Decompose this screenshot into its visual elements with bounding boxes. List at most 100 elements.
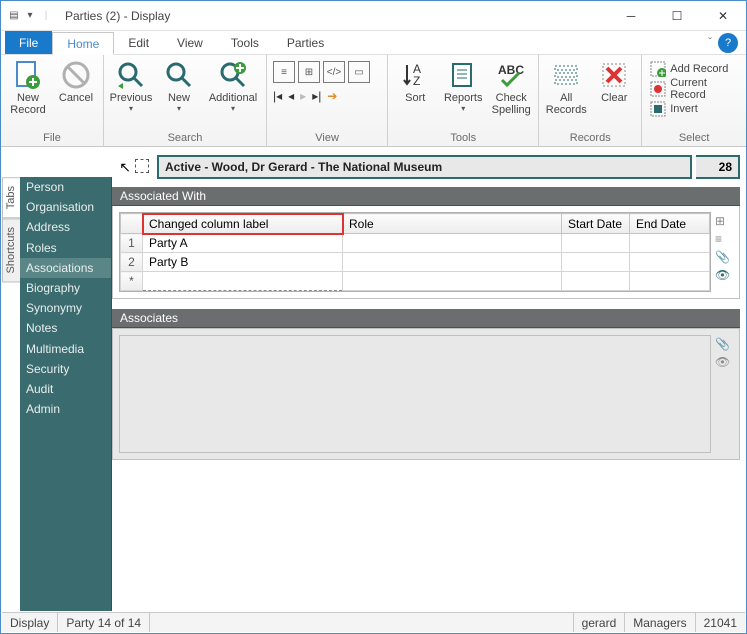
all-records-icon <box>550 59 582 91</box>
nav-goto-icon[interactable]: ➔ <box>327 89 337 103</box>
nav-first-icon[interactable]: |◂ <box>273 89 282 103</box>
svg-text:ABC: ABC <box>498 63 524 77</box>
nav-play-icon[interactable]: ▸ <box>300 89 306 103</box>
sidebar-item-associations[interactable]: Associations <box>20 258 111 278</box>
status-spacer <box>150 613 573 632</box>
attach-icon[interactable]: 📎 <box>715 250 733 264</box>
sidebar-item-roles[interactable]: Roles <box>20 238 111 258</box>
magnifier-add-icon <box>217 59 249 91</box>
current-record-button[interactable]: Current Record <box>648 79 740 99</box>
view-icon[interactable]: 👁 <box>715 268 733 282</box>
group-view-label: View <box>273 131 381 146</box>
sort-icon: AZ <box>399 59 431 91</box>
invert-button[interactable]: Invert <box>648 99 700 119</box>
view-page-icon[interactable]: ▭ <box>348 61 370 83</box>
window-title: Parties (2) - Display <box>59 9 608 23</box>
sidebar-item-address[interactable]: Address <box>20 217 111 237</box>
status-user: gerard <box>574 613 626 632</box>
group-records-label: Records <box>545 131 635 146</box>
minimize-button[interactable]: ─ <box>608 1 654 31</box>
status-position: Party 14 of 14 <box>58 613 150 632</box>
maximize-button[interactable]: ☐ <box>654 1 700 31</box>
associates-textarea[interactable] <box>119 335 711 453</box>
help-button[interactable]: ? <box>718 33 738 53</box>
sidebar-item-person[interactable]: Person <box>20 177 111 197</box>
table-row[interactable]: 1 Party A <box>121 234 710 253</box>
sidebar-item-notes[interactable]: Notes <box>20 318 111 338</box>
col-rownum[interactable] <box>121 214 143 234</box>
nav-prev-icon[interactable]: ◂ <box>288 89 294 103</box>
sidebar-item-security[interactable]: Security <box>20 359 111 379</box>
new-record-icon <box>12 59 44 91</box>
sidebar-item-organisation[interactable]: Organisation <box>20 197 111 217</box>
sort-button[interactable]: AZ Sort <box>394 57 436 104</box>
sidebar-item-multimedia[interactable]: Multimedia <box>20 339 111 359</box>
group-file-label: File <box>7 131 97 146</box>
attach-icon[interactable]: 📎 <box>715 337 733 351</box>
pointer-tool-icon[interactable]: ↖ <box>119 159 131 176</box>
group-tools-label: Tools <box>394 131 532 146</box>
qat-dropdown-icon[interactable]: ▾ <box>23 9 37 23</box>
table-row-new[interactable]: * <box>121 272 710 291</box>
add-record-icon <box>650 61 666 77</box>
record-title: Active - Wood, Dr Gerard - The National … <box>157 155 692 179</box>
tab-parties[interactable]: Parties <box>273 31 338 54</box>
col-end-date[interactable]: End Date <box>630 214 710 234</box>
grid-chevron-icon[interactable]: ≡ <box>715 232 733 246</box>
invert-icon <box>650 101 666 117</box>
view-code-icon[interactable]: </> <box>323 61 345 83</box>
panel-associates-header: Associates <box>112 309 740 328</box>
view-icon[interactable]: 👁 <box>715 355 733 369</box>
new-search-button[interactable]: New ▾ <box>158 57 200 114</box>
new-record-button[interactable]: New Record <box>7 57 49 116</box>
reports-button[interactable]: Reports ▾ <box>442 57 484 114</box>
magnifier-new-icon <box>163 59 195 91</box>
grid-lookup-icon[interactable]: ⊞ <box>715 214 733 228</box>
status-group: Managers <box>625 613 695 632</box>
sidebar-item-admin[interactable]: Admin <box>20 399 111 419</box>
status-count: 21041 <box>696 613 745 632</box>
sidebar: Person Organisation Address Roles Associ… <box>20 177 112 611</box>
group-search-label: Search <box>110 131 260 146</box>
status-mode: Display <box>2 613 58 632</box>
sidebar-item-synonymy[interactable]: Synonymy <box>20 298 111 318</box>
panel-associated-with-header: Associated With <box>112 187 740 206</box>
additional-search-button[interactable]: Additional ▾ <box>206 57 260 114</box>
cancel-icon <box>60 59 92 91</box>
col-changed-label[interactable]: Changed column label <box>143 214 343 234</box>
record-number-badge: 28 <box>696 155 740 179</box>
sidebar-item-biography[interactable]: Biography <box>20 278 111 298</box>
current-record-icon <box>650 81 666 97</box>
sidebar-item-audit[interactable]: Audit <box>20 379 111 399</box>
tab-file[interactable]: File <box>5 31 52 54</box>
add-record-button[interactable]: Add Record <box>648 59 730 79</box>
col-start-date[interactable]: Start Date <box>562 214 630 234</box>
all-records-button[interactable]: All Records <box>545 57 587 116</box>
collapse-ribbon-icon[interactable]: ˇ <box>702 31 718 54</box>
tab-edit[interactable]: Edit <box>114 31 163 54</box>
tab-tools[interactable]: Tools <box>217 31 273 54</box>
associated-with-grid[interactable]: Changed column label Role Start Date End… <box>119 212 711 292</box>
vtab-shortcuts[interactable]: Shortcuts <box>2 218 20 282</box>
table-row[interactable]: 2 Party B <box>121 253 710 272</box>
vtab-tabs[interactable]: Tabs <box>2 177 20 218</box>
nav-next-icon[interactable]: ▸| <box>312 89 321 103</box>
check-spelling-button[interactable]: ABC Check Spelling <box>490 57 532 116</box>
col-role[interactable]: Role <box>343 214 562 234</box>
clear-records-button[interactable]: Clear <box>593 57 635 104</box>
clear-icon <box>598 59 630 91</box>
view-grid-icon[interactable]: ⊞ <box>298 61 320 83</box>
tab-home[interactable]: Home <box>52 32 114 55</box>
cancel-button[interactable]: Cancel <box>55 57 97 104</box>
previous-search-button[interactable]: Previous ▾ <box>110 57 152 114</box>
app-icon: ▤ <box>7 9 21 23</box>
marquee-tool-icon[interactable] <box>135 159 149 173</box>
qat-sep: | <box>39 9 53 23</box>
group-select-label: Select <box>648 131 740 146</box>
view-list-icon[interactable]: ≡ <box>273 61 295 83</box>
svg-text:Z: Z <box>413 74 420 88</box>
tab-view[interactable]: View <box>163 31 217 54</box>
close-button[interactable]: ✕ <box>700 1 746 31</box>
reports-icon <box>447 59 479 91</box>
magnifier-prev-icon <box>115 59 147 91</box>
